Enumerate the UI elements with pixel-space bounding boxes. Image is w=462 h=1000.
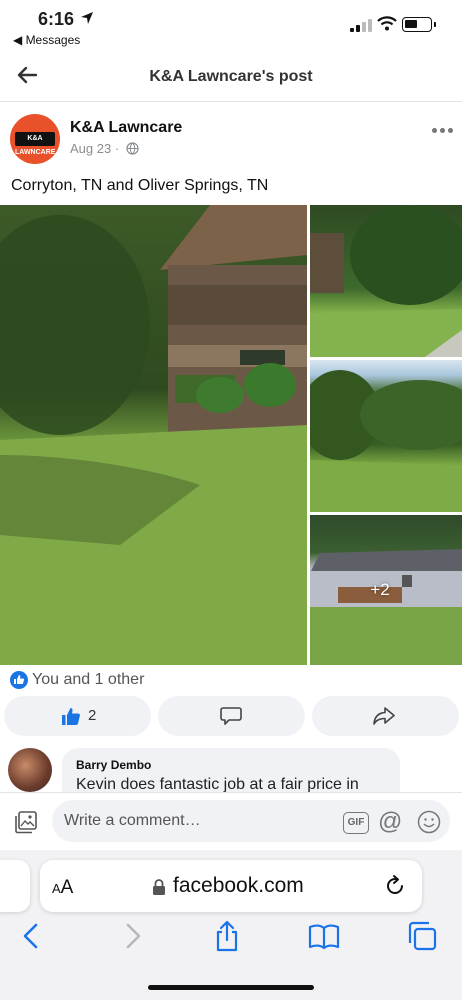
yard-photo-illustration [310,205,462,357]
comment-icon [220,707,242,725]
chevron-right-icon[interactable] [116,920,148,952]
back-to-messages-link[interactable]: ◀ Messages [13,33,80,47]
tabs-icon[interactable] [406,920,438,952]
post-photo-2[interactable] [310,205,462,357]
wifi-icon [377,16,397,31]
post-date[interactable]: Aug 23 [70,141,111,156]
comment-bubble: Barry Dembo Kevin does fantastic job at … [62,748,400,794]
avatar-logo-text: K&A LAWNCARE [15,132,55,156]
status-bar: 6:16 ◀ Messages [0,0,462,52]
like-count: 2 [88,707,97,724]
gif-icon[interactable]: GIF [343,812,369,834]
house-photo-illustration [0,205,307,665]
post-header-bar: K&A Lawncare's post [0,52,462,102]
page-title: K&A Lawncare's post [149,68,313,85]
post-photo-3[interactable] [310,360,462,512]
field-photo-illustration [310,370,462,512]
status-time: 6:16 [38,9,75,29]
url-text[interactable]: facebook.com [173,874,304,898]
chevron-left-icon[interactable] [16,920,48,952]
page-avatar[interactable]: K&A LAWNCARE [10,114,60,164]
like-reaction-badge [10,671,28,689]
thumbs-up-icon [62,708,80,725]
share-button[interactable] [312,696,459,736]
cellular-signal-icon [350,18,372,32]
address-bar[interactable]: AA facebook.com [40,860,422,912]
thumbs-up-icon [14,675,25,684]
mention-icon[interactable]: @ [378,808,402,836]
post-text: Corryton, TN and Oliver Springs, TN [11,177,269,194]
comment-author[interactable]: Barry Dembo [76,758,151,772]
page-name-link[interactable]: K&A Lawncare [70,119,182,137]
share-icon [373,707,395,725]
post-photo-4[interactable]: +2 [310,515,462,665]
like-button[interactable]: 2 [4,696,151,736]
reload-icon[interactable] [383,874,407,898]
post-photo-house[interactable] [0,205,307,665]
comment-composer: GIF @ [0,792,462,850]
share-sheet-icon[interactable] [211,920,243,952]
bookmarks-icon[interactable] [308,920,340,952]
aa-small: A [52,881,61,896]
home-indicator[interactable] [148,985,314,990]
battery-icon [402,17,436,32]
reactions-summary[interactable]: You and 1 other [32,671,144,689]
globe-icon [126,142,139,155]
more-photos-count[interactable]: +2 [360,580,400,600]
photo-icon[interactable] [14,810,38,834]
emoji-icon[interactable] [417,810,441,834]
more-options-icon[interactable] [432,128,454,134]
previous-tab-peek[interactable] [0,860,30,912]
reader-options-button[interactable]: AA [52,877,73,899]
commenter-avatar[interactable] [8,748,52,792]
location-arrow-icon [81,12,93,24]
comment-button[interactable] [158,696,305,736]
aa-large: A [60,877,74,898]
lock-icon [153,879,165,895]
date-separator: · [115,141,120,156]
